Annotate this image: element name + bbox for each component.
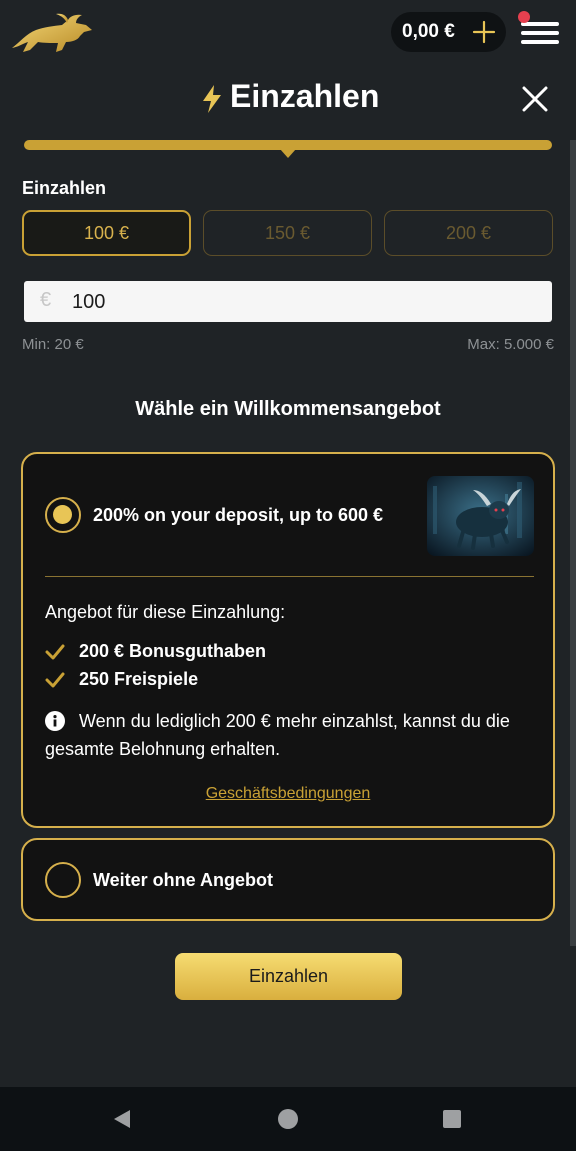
amount-input-field[interactable]: € xyxy=(24,281,552,322)
recent-apps-icon[interactable] xyxy=(443,1110,461,1128)
deposit-submit-button[interactable]: Einzahlen xyxy=(175,953,402,1000)
offer-heading: Wähle ein Willkommensangebot xyxy=(135,398,441,420)
progress-marker xyxy=(280,149,296,158)
bull-logo-icon[interactable] xyxy=(10,12,94,56)
offer-subtitle: Angebot für diese Einzahlung: xyxy=(45,602,286,622)
hamburger-menu-icon[interactable] xyxy=(518,11,559,48)
check-icon xyxy=(45,672,65,688)
modal-title: Einzahlen xyxy=(230,78,380,114)
currency-symbol: € xyxy=(40,289,52,311)
min-amount-label: Min: 20 € xyxy=(22,336,84,353)
offer-divider xyxy=(45,576,534,577)
system-nav-bar xyxy=(0,1087,576,1151)
offer-bullet-text: 250 Freispiele xyxy=(79,669,199,689)
amount-option-100[interactable]: 100 € xyxy=(22,210,191,256)
top-bar: 0,00 € xyxy=(0,0,576,68)
scrollbar[interactable] xyxy=(570,140,576,946)
step-progress-bar xyxy=(24,140,552,158)
modal-header: Einzahlen xyxy=(0,76,576,122)
no-offer-label: Weiter ohne Angebot xyxy=(93,870,273,890)
notification-dot xyxy=(518,11,530,23)
offer-radio-selected[interactable] xyxy=(45,497,81,533)
max-amount-label: Max: 5.000 € xyxy=(467,336,554,353)
no-offer-option[interactable]: Weiter ohne Angebot xyxy=(21,838,555,921)
home-icon[interactable] xyxy=(278,1109,298,1129)
plus-icon[interactable] xyxy=(472,20,496,44)
amount-option-200[interactable]: 200 € xyxy=(384,210,553,256)
offer-title: 200% on your deposit, up to 600 € xyxy=(93,505,384,525)
deposit-label: Einzahlen xyxy=(22,178,107,198)
amount-input[interactable] xyxy=(70,283,544,321)
offer-bullet-text: 200 € Bonusguthaben xyxy=(79,641,267,661)
back-icon[interactable] xyxy=(112,1109,132,1129)
welcome-offer-card[interactable]: 200% on your deposit, up to 600 € Angebo… xyxy=(21,452,555,828)
lightning-icon xyxy=(203,85,221,113)
no-offer-radio[interactable] xyxy=(45,862,81,898)
close-icon[interactable] xyxy=(522,86,548,112)
offer-info-text: Wenn du lediglich 200 € mehr einzahlst, … xyxy=(45,711,510,759)
balance-pill[interactable]: 0,00 € xyxy=(391,12,506,52)
amount-option-150[interactable]: 150 € xyxy=(203,210,372,256)
terms-link[interactable]: Geschäftsbedingungen xyxy=(23,785,553,803)
balance-amount: 0,00 € xyxy=(402,21,455,42)
check-icon xyxy=(45,644,65,660)
bull-offer-image xyxy=(427,476,534,556)
